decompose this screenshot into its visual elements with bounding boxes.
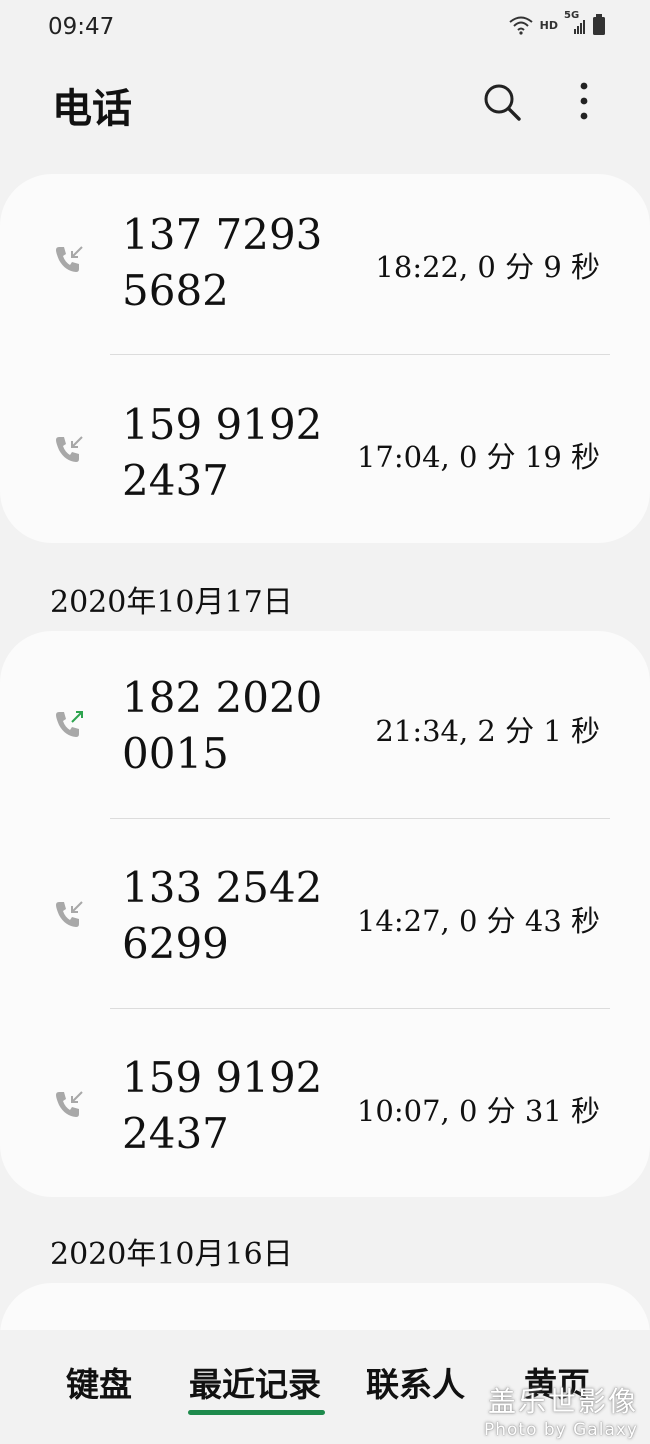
call-number-line1: 159 9192 xyxy=(122,400,323,449)
call-number-line2: 2437 xyxy=(122,1109,229,1158)
incoming-call-icon xyxy=(56,1091,83,1117)
active-tab-indicator xyxy=(188,1410,325,1415)
call-number-line2: 6299 xyxy=(122,919,229,968)
status-time: 09:47 xyxy=(48,14,115,40)
call-number-line1: 137 7293 xyxy=(122,210,323,259)
status-bar: 09:47 HD 5G xyxy=(0,0,650,56)
call-number: 133 2542 6299 xyxy=(122,860,332,972)
app-header: 电话 xyxy=(0,66,650,136)
date-header: 2020年10月16日 xyxy=(50,1237,293,1272)
call-log-card: 137 7293 5682 18:22, 0 分 9 秒 159 9192 24… xyxy=(0,174,650,543)
date-header: 2020年10月17日 xyxy=(50,585,293,620)
call-log-item[interactable]: 182 2020 0015 21:34, 2 分 1 秒 xyxy=(0,631,650,821)
call-log-card: 182 2020 0015 21:34, 2 分 1 秒 133 2542 62… xyxy=(0,631,650,1197)
call-log-item[interactable]: 137 7293 5682 18:22, 0 分 9 秒 xyxy=(0,174,650,364)
call-number: 159 9192 2437 xyxy=(122,397,332,509)
hd-label: HD xyxy=(539,18,558,32)
call-number-line2: 5682 xyxy=(122,266,229,315)
outgoing-call-icon xyxy=(56,711,83,737)
search-icon xyxy=(484,84,521,121)
call-number: 159 9192 2437 xyxy=(122,1050,332,1162)
watermark-line2: Photo by Galaxy xyxy=(483,1420,638,1440)
tab-recents[interactable]: 最近记录 xyxy=(189,1358,321,1406)
incoming-call-icon xyxy=(56,901,83,927)
call-number-line1: 133 2542 xyxy=(122,863,323,912)
battery-icon xyxy=(593,14,605,35)
call-time-duration: 21:34, 2 分 1 秒 xyxy=(375,714,600,748)
call-number: 182 2020 0015 xyxy=(122,670,332,782)
call-time-duration: 10:07, 0 分 31 秒 xyxy=(356,1094,600,1128)
page-title: 电话 xyxy=(52,85,132,132)
call-log-item[interactable]: 159 9192 2437 17:04, 0 分 19 秒 xyxy=(0,354,650,544)
call-number-line1: 182 2020 xyxy=(122,673,323,722)
incoming-call-icon xyxy=(56,246,83,272)
signal-icon: 5G xyxy=(564,10,586,36)
more-vertical-icon xyxy=(580,82,588,120)
more-options-button[interactable] xyxy=(566,80,602,124)
call-number: 137 7293 5682 xyxy=(122,207,332,319)
call-number-line1: 159 9192 xyxy=(122,1053,323,1102)
call-number-line2: 2437 xyxy=(122,456,229,505)
call-number-line2: 0015 xyxy=(122,729,229,778)
search-button[interactable] xyxy=(480,80,524,124)
tab-contacts[interactable]: 联系人 xyxy=(366,1358,465,1406)
call-time-duration: 18:22, 0 分 9 秒 xyxy=(375,250,600,284)
wifi-icon xyxy=(509,16,533,35)
call-time-duration: 14:27, 0 分 43 秒 xyxy=(356,904,600,938)
call-log-item[interactable]: 159 9192 2437 10:07, 0 分 31 秒 xyxy=(0,1008,650,1198)
status-icons: HD 5G xyxy=(508,10,606,36)
watermark: 盖乐世影像 Photo by Galaxy xyxy=(484,1380,638,1440)
tab-keypad[interactable]: 键盘 xyxy=(66,1358,132,1406)
watermark-line1: 盖乐世影像 xyxy=(487,1385,638,1418)
call-log-item[interactable]: 133 2542 6299 14:27, 0 分 43 秒 xyxy=(0,818,650,1008)
incoming-call-icon xyxy=(56,436,83,462)
call-time-duration: 17:04, 0 分 19 秒 xyxy=(356,440,600,474)
